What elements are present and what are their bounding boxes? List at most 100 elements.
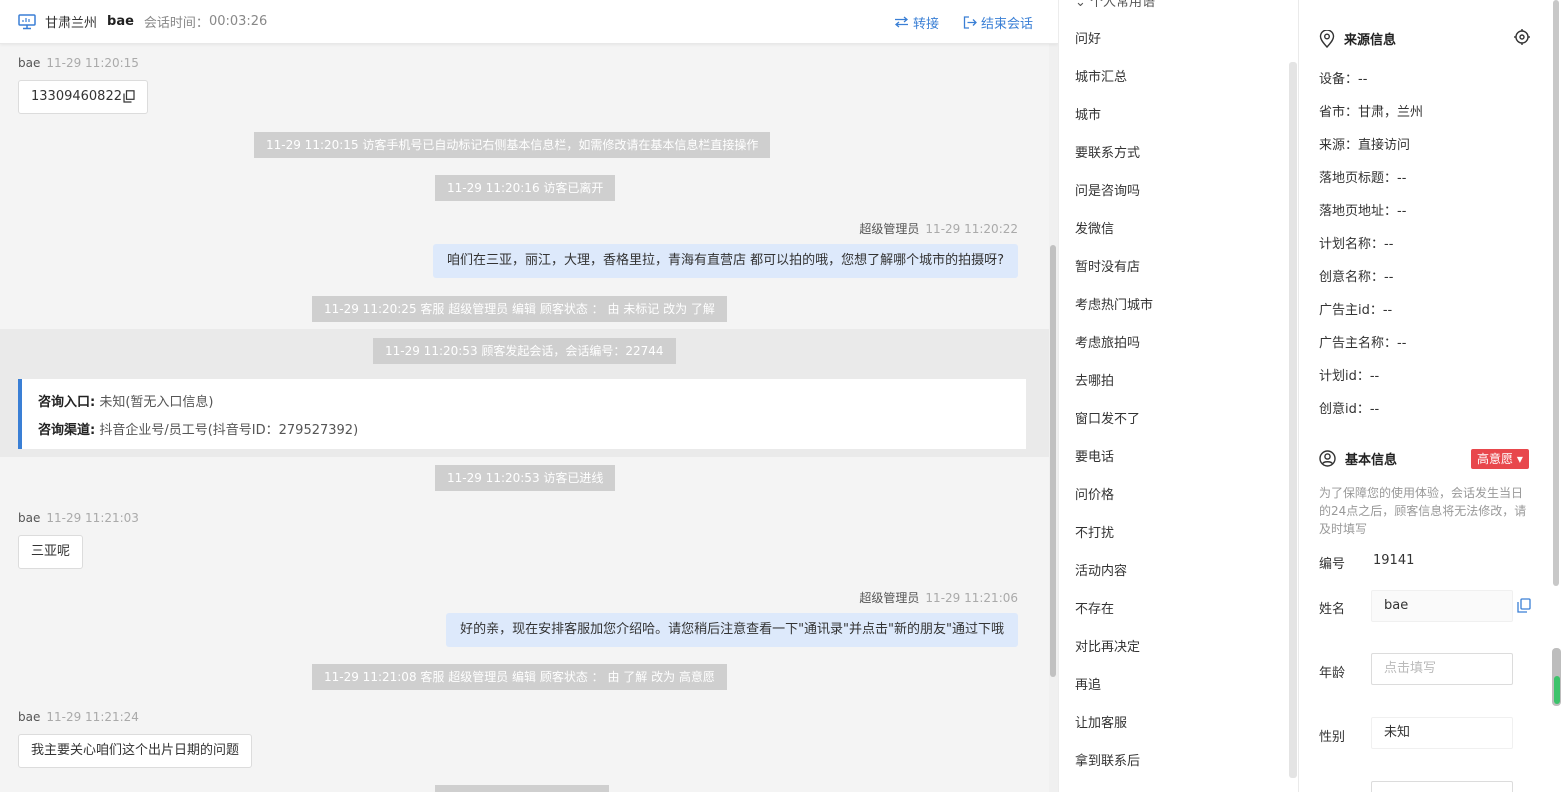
system-notice: 11-29 11:20:53 访客已进线	[435, 465, 616, 491]
age-field[interactable]: 点击填写	[1371, 653, 1513, 685]
sender-name: 超级管理员	[859, 222, 920, 236]
gender-label: 性别	[1319, 730, 1346, 745]
quick-reply-item[interactable]: 活动内容	[1075, 560, 1127, 579]
quick-reply-item[interactable]: 让加客服	[1075, 712, 1127, 731]
location-pin-icon	[1319, 29, 1335, 48]
message-list: bae 11-29 11:20:15 13309460822 11-29 11:2…	[0, 44, 1050, 792]
channel-value: 抖音企业号/员工号(抖音号ID：279527392)	[99, 423, 359, 438]
agent-message: 咱们在三亚，丽江，大理，香格里拉，青海有直营店 都可以拍的哦，您想了解哪个城市的…	[432, 244, 1018, 278]
source-info-row: 广告主id：--	[1319, 303, 1393, 318]
gender-field[interactable]: 未知	[1371, 717, 1513, 749]
entry-row: 咨询入口: 未知(暂无入口信息)	[38, 389, 1010, 417]
visitor-message: 13309460822	[18, 80, 148, 114]
target-icon[interactable]	[1514, 29, 1530, 45]
chat-scrollbar-thumb[interactable]	[1050, 245, 1056, 677]
app: 甘肃兰州 bae 会话时间： 00:03:26 转接 结束会话 bae 11-2…	[0, 0, 1563, 792]
edit-notice: 为了保障您的使用体验，会话发生当日的24点之后，顾客信息将无法修改，请及时填写	[1319, 486, 1527, 536]
quick-reply-item[interactable]: 拿到联系后	[1075, 750, 1140, 769]
message-time: 11-29 11:21:24	[46, 710, 139, 724]
transfer-button[interactable]: 转接	[894, 13, 939, 32]
message-time: 11-29 11:20:22	[925, 222, 1018, 236]
quick-reply-item[interactable]: 要联系方式	[1075, 142, 1140, 161]
copy-icon[interactable]	[123, 90, 135, 103]
intent-badge-label: 高意愿	[1477, 452, 1514, 466]
end-session-label: 结束会话	[980, 16, 1033, 32]
source-info-label: 来源信息	[1344, 33, 1397, 48]
source-info-row: 创意名称：--	[1319, 270, 1394, 285]
chevron-down-icon: ⌄	[1075, 0, 1091, 10]
sender-name: 超级管理员	[859, 591, 920, 605]
quick-reply-item[interactable]: 不打扰	[1075, 522, 1114, 541]
status-indicator	[1554, 676, 1560, 704]
transfer-label: 转接	[912, 16, 939, 32]
session-time-label: 会话时间：	[143, 16, 209, 31]
message-meta: 超级管理员 11-29 11:20:22	[859, 220, 1018, 237]
age-label: 年龄	[1319, 666, 1346, 681]
message-time: 11-29 11:21:03	[46, 511, 139, 525]
agent-message: 好的亲，现在安排客服加您介绍哈。请您稍后注意查看一下"通讯录"并点击"新的朋友"…	[446, 613, 1018, 647]
quick-reply-item[interactable]: 城市汇总	[1075, 66, 1127, 85]
quick-reply-item[interactable]: 不存在	[1075, 598, 1114, 617]
source-info-title: 来源信息	[1319, 29, 1396, 48]
sender-name: bae	[18, 511, 41, 525]
quick-reply-group-label: 个人常用语	[1090, 0, 1156, 10]
name-field[interactable]: bae	[1371, 590, 1513, 622]
quick-reply-item[interactable]: 要电话	[1075, 446, 1114, 465]
message-meta: bae 11-29 11:20:15	[18, 56, 139, 70]
quick-reply-item[interactable]: 对比再决定	[1075, 636, 1140, 655]
source-info-row: 来源：直接访问	[1319, 138, 1411, 153]
quick-reply-item[interactable]: 发微信	[1075, 218, 1114, 237]
end-session-button[interactable]: 结束会话	[963, 13, 1033, 32]
quick-reply-group[interactable]: ⌄ 个人常用语	[1075, 0, 1155, 10]
sender-name: bae	[18, 710, 41, 724]
quick-reply-item[interactable]: 考虑热门城市	[1075, 294, 1153, 313]
visitor-location: 甘肃兰州	[45, 16, 98, 31]
source-info-row: 落地页标题：--	[1319, 171, 1407, 186]
basic-info-label: 基本信息	[1345, 453, 1398, 468]
quick-reply-item[interactable]: 暂时没有店	[1075, 256, 1140, 275]
source-info-row: 创意id：--	[1319, 402, 1380, 417]
exit-icon	[963, 15, 977, 29]
header-actions: 转接 结束会话	[870, 0, 1033, 44]
quick-reply-item[interactable]: 再追	[1075, 674, 1101, 693]
monitor-icon	[18, 13, 36, 29]
source-info-row: 计划名称：--	[1319, 237, 1394, 252]
quick-reply-item[interactable]: 考虑旅拍吗	[1075, 332, 1140, 351]
quick-reply-item[interactable]: 问价格	[1075, 484, 1114, 503]
quick-reply-item[interactable]: 窗口发不了	[1075, 408, 1140, 427]
visitor-message: 我主要关心咱们这个出片日期的问题	[18, 734, 253, 768]
quick-reply-scrollbar[interactable]	[1289, 62, 1297, 778]
channel-row: 咨询渠道: 抖音企业号/员工号(抖音号ID：279527392)	[38, 417, 1010, 445]
message-time: 11-29 11:21:06	[925, 591, 1018, 605]
source-info-row: 落地页地址：--	[1319, 204, 1407, 219]
system-notice: 11-29 11:21:08 客服 超级管理员 编辑 顾客状态 ： 由 了解 改…	[312, 664, 727, 690]
name-label: 姓名	[1319, 602, 1346, 617]
transfer-icon	[894, 16, 908, 28]
quick-reply-item[interactable]: 问是咨询吗	[1075, 180, 1140, 199]
quick-reply-item[interactable]: 城市	[1075, 104, 1101, 123]
next-field[interactable]	[1371, 781, 1513, 792]
message-meta: bae 11-29 11:21:03	[18, 511, 139, 525]
message-time: 11-29 11:20:15	[46, 56, 139, 70]
session-time: 00:03:26	[208, 14, 268, 29]
system-notice: 11-29 11:20:16 访客已离开	[435, 175, 616, 201]
quick-reply-item[interactable]: 问好	[1075, 28, 1101, 47]
session-info-card: 咨询入口: 未知(暂无入口信息) 咨询渠道: 抖音企业号/员工号(抖音号ID：2…	[18, 379, 1026, 449]
customer-info-panel: 来源信息 设备：-- 省市：甘肃，兰州 来源：直接访问 落地页标题：-- 落地页地址：-…	[1298, 0, 1563, 792]
source-info-row: 计划id：--	[1319, 369, 1380, 384]
chat-pane: 甘肃兰州 bae 会话时间： 00:03:26 转接 结束会话 bae 11-2…	[0, 0, 1058, 792]
basic-info-title: 基本信息	[1319, 449, 1397, 468]
quick-reply-item[interactable]: 去哪拍	[1075, 370, 1114, 389]
visitor-message: 三亚呢	[18, 535, 84, 569]
info-scrollbar-thumb[interactable]	[1553, 0, 1559, 586]
source-info-row: 省市：甘肃，兰州	[1319, 105, 1424, 120]
entry-value: 未知(暂无入口信息)	[99, 395, 214, 410]
copy-icon[interactable]	[1517, 598, 1531, 613]
source-info-row: 设备：--	[1319, 72, 1368, 87]
quick-reply-panel: ⌄ 个人常用语 问好城市汇总城市要联系方式问是咨询吗发微信暂时没有店考虑热门城市…	[1058, 0, 1298, 792]
chat-header: 甘肃兰州 bae 会话时间： 00:03:26 转接 结束会话	[0, 0, 1058, 44]
sender-name: bae	[18, 56, 41, 70]
intent-badge[interactable]: 高意愿 ▾	[1471, 449, 1529, 469]
system-notice: 11-29 11:20:53 顾客发起会话，会话编号：22744	[373, 338, 676, 364]
source-info-row: 广告主名称：--	[1319, 336, 1407, 351]
